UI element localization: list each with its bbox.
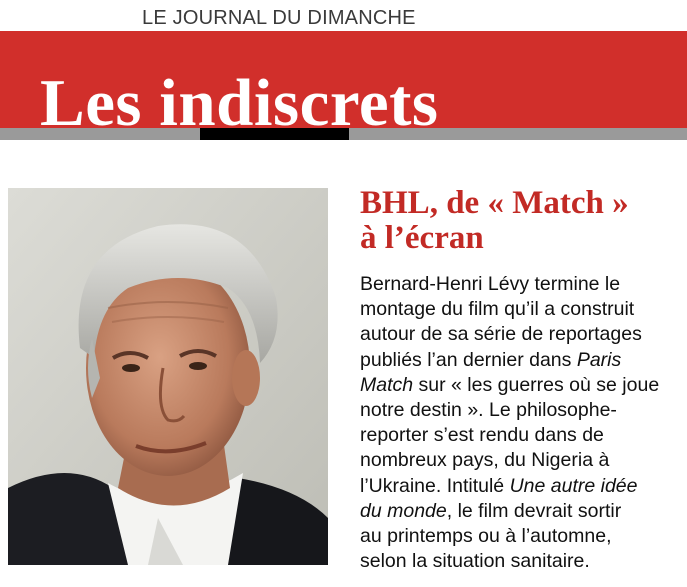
section-title: Les indiscrets — [40, 66, 439, 140]
divider-accent — [200, 128, 349, 140]
body-line: Match sur « les guerres où se joue — [360, 373, 680, 398]
body-line: autour de sa série de reportages — [360, 323, 642, 346]
headline-line: à l’écran — [360, 220, 484, 256]
body-line: reporter s’est rendu dans de — [360, 424, 604, 447]
body-line: montage du film qu’il a construit — [360, 298, 635, 321]
magazine-title: Match — [360, 373, 414, 396]
section-banner: Les indiscrets — [0, 31, 687, 137]
body-text-segment: publiés l’an dernier dans — [360, 348, 577, 371]
masthead: LE JOURNAL DU DIMANCHE — [0, 0, 687, 31]
film-title: Une autre idée — [509, 474, 638, 497]
body-line: nombreux pays, du Nigeria à — [360, 449, 610, 472]
article-headline: BHL, de « Match » à l’écran — [360, 186, 680, 256]
body-text-segment: , le film devrait sortir — [446, 499, 622, 522]
film-title: du monde — [360, 499, 447, 522]
body-line: l’Ukraine. Intitulé Une autre idée — [360, 474, 680, 499]
body-line: publiés l’an dernier dans Paris — [360, 348, 680, 373]
body-text-segment: sur « les guerres où se joue — [413, 373, 660, 396]
body-line: au printemps ou à l’automne, — [360, 525, 612, 548]
article-body: Bernard-Henri Lévy termine le montage du… — [360, 272, 680, 574]
body-line: du monde, le film devrait sortir — [360, 499, 680, 524]
body-line: selon la situation sanitaire. — [360, 550, 590, 573]
publication-name: LE JOURNAL DU DIMANCHE — [142, 7, 416, 29]
portrait-photo — [8, 188, 328, 565]
headline-line: BHL, de « Match » — [360, 185, 629, 221]
portrait-illustration — [8, 188, 328, 565]
magazine-title: Paris — [576, 348, 622, 371]
body-text-segment: l’Ukraine. Intitulé — [360, 474, 510, 497]
body-line: notre destin ». Le philosophe- — [360, 399, 617, 422]
body-line: Bernard-Henri Lévy termine le — [360, 273, 621, 295]
